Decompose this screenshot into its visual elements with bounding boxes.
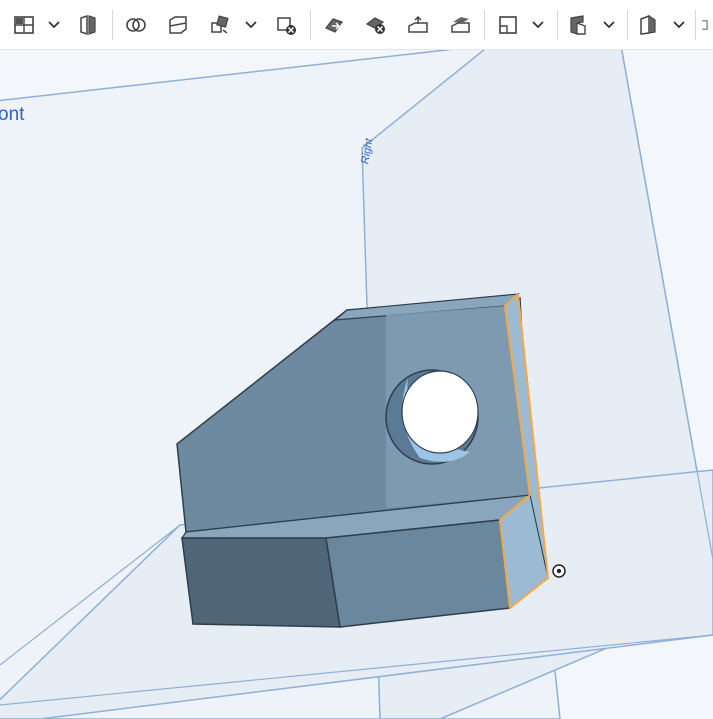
sheet-metal-chevron-down-icon[interactable]	[602, 17, 616, 31]
boolean-icon[interactable]	[122, 11, 150, 39]
base-left-face[interactable]	[181, 537, 341, 628]
transform-icon[interactable]	[206, 11, 234, 39]
split-icon[interactable]	[164, 11, 192, 39]
toolbar-divider	[627, 10, 628, 40]
base-right-face[interactable]	[325, 519, 511, 628]
toolbar-divider	[484, 10, 485, 40]
feature-toolbar	[0, 0, 713, 50]
view-layout-chevron-down-icon[interactable]	[47, 17, 61, 31]
delete-face-icon[interactable]	[362, 11, 390, 39]
toolbar-divider	[310, 10, 311, 40]
more-tools-icon[interactable]	[700, 11, 713, 39]
front-plane-label: ont	[0, 104, 25, 125]
toolbar-divider	[557, 10, 558, 40]
panels-icon[interactable]	[10, 11, 38, 39]
graphics-viewport[interactable]: ont Right	[0, 0, 713, 719]
plane-chevron-down-icon[interactable]	[531, 17, 545, 31]
frame-chevron-down-icon[interactable]	[672, 17, 686, 31]
plane-icon[interactable]	[494, 11, 522, 39]
move-face-icon[interactable]	[320, 11, 348, 39]
frame-icon[interactable]	[634, 11, 662, 39]
section-icon[interactable]	[74, 11, 102, 39]
delete-part-icon[interactable]	[272, 11, 300, 39]
transform-chevron-down-icon[interactable]	[244, 17, 258, 31]
toolbar-divider	[695, 10, 696, 40]
sheet-metal-icon[interactable]	[564, 11, 592, 39]
toolbar-divider	[112, 10, 113, 40]
replace-face-icon[interactable]	[446, 11, 474, 39]
offset-surface-icon[interactable]	[404, 11, 432, 39]
